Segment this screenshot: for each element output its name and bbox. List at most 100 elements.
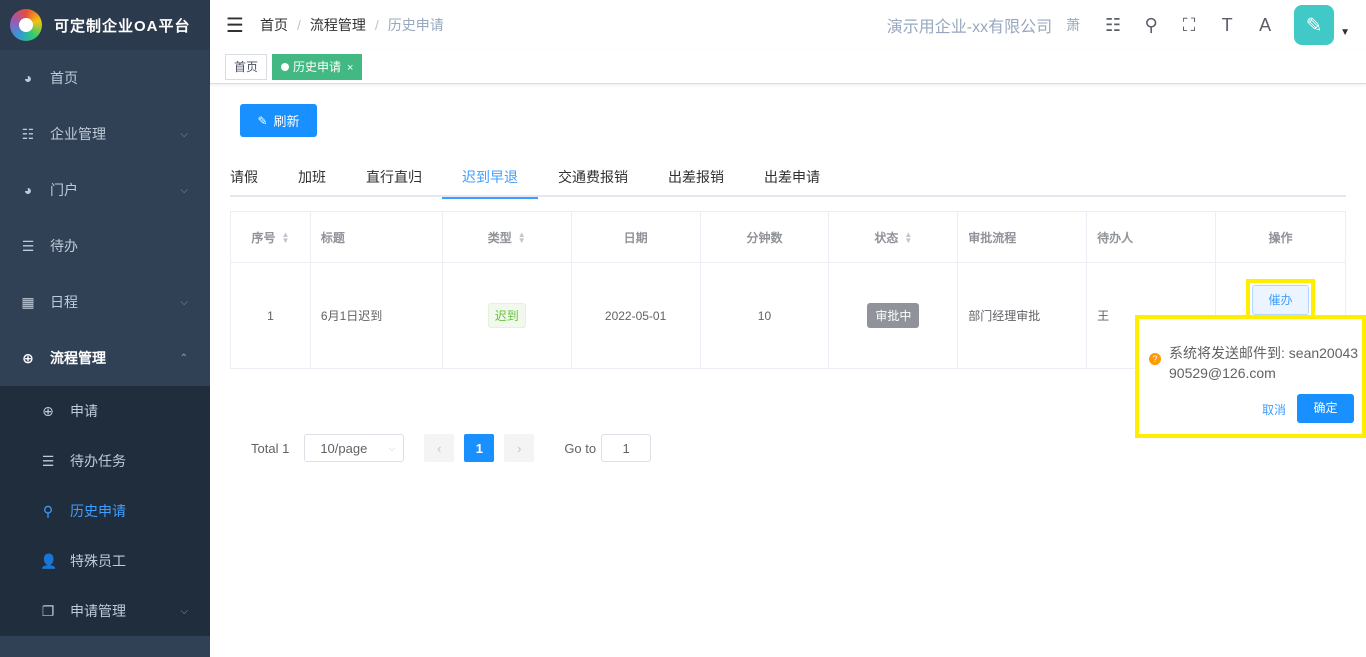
sidebar-item-apply[interactable]: ⊕ 申请 — [0, 386, 210, 436]
sidebar-item-label: 日程 — [50, 294, 78, 310]
sidebar-item-label: 待办 — [50, 238, 78, 254]
tab-transport[interactable]: 交通费报销 — [538, 157, 648, 197]
type-badge: 迟到 — [487, 303, 526, 328]
sidebar-item-special-staff[interactable]: 👤 特殊员工 — [0, 536, 210, 586]
grid-icon: ▦ — [21, 293, 35, 310]
next-page-button[interactable]: › — [504, 434, 535, 462]
chevron-down-icon: ⌵ — [180, 605, 188, 617]
sidebar-item-label: 特殊员工 — [70, 553, 126, 569]
sidebar-item-portal[interactable]: ◕ 门户 ⌵ — [0, 162, 210, 218]
breadcrumb-separator: / — [297, 17, 301, 33]
user-icon: 👤 — [40, 552, 58, 569]
sidebar-item-label: 首页 — [50, 70, 78, 86]
breadcrumb: 首页 / 流程管理 / 历史申请 — [260, 15, 444, 35]
status-badge: 审批中 — [867, 303, 920, 328]
column-header-index[interactable]: 序号 ▲ ▼ — [230, 211, 311, 263]
column-header-minutes: 分钟数 — [699, 211, 830, 263]
sidebar-item-label: 待办任务 — [70, 453, 126, 469]
search-icon: ⚲ — [42, 502, 54, 519]
breadcrumb-current: 历史申请 — [387, 17, 444, 33]
table-header: 序号 ▲ ▼ 标题 类型 ▲ ▼ 日期 分钟数 状态 ▲ ▼ 审批流程 待办人 操作 — [230, 211, 1346, 263]
tags-view: 首页 历史申请 × — [210, 50, 1366, 84]
tab-overtime[interactable]: 加班 — [278, 157, 346, 197]
sidebar-item-label: 流程管理 — [50, 350, 106, 366]
translate-icon[interactable]: A — [1246, 15, 1284, 36]
logo[interactable]: 可定制企业OA平台 — [0, 0, 210, 50]
pagination-total: Total 1 — [251, 440, 290, 456]
cell-minutes: 10 — [699, 262, 830, 369]
sidebar-item-label: 申请管理 — [70, 603, 126, 619]
cancel-button[interactable]: 取消 — [1262, 401, 1286, 418]
chevron-down-icon: ⌵ — [388, 442, 396, 453]
dashboard-icon: ◕ — [23, 182, 33, 198]
search-icon[interactable]: ⚲ — [1132, 15, 1170, 36]
avatar[interactable]: ✎ — [1294, 5, 1335, 45]
tab-leave[interactable]: 请假 — [230, 157, 278, 197]
column-header-date: 日期 — [570, 211, 701, 263]
tab-travel-expense[interactable]: 出差报销 — [648, 157, 744, 197]
cell-flow: 部门经理审批 — [957, 262, 1088, 369]
sidebar-item-label: 历史申请 — [70, 503, 126, 519]
pagination: Total 1 10/page ⌵ ‹ 1 › Go to 1 — [251, 434, 652, 462]
font-size-icon[interactable]: T — [1208, 15, 1246, 36]
page-number-current[interactable]: 1 — [464, 434, 495, 462]
chevron-up-icon: ⌃ — [179, 352, 188, 364]
sidebar-item-workflow[interactable]: ⊕ 流程管理 ⌃ — [0, 330, 210, 386]
breadcrumb-home[interactable]: 首页 — [260, 15, 288, 35]
sort-icon[interactable]: ▲ ▼ — [518, 231, 526, 245]
refresh-button[interactable]: ✎ 刷新 — [240, 104, 317, 137]
close-icon[interactable]: × — [347, 62, 353, 74]
tag-home[interactable]: 首页 — [225, 53, 268, 80]
confirm-button[interactable]: 确定 — [1297, 394, 1354, 423]
company-name: 演示用企业-xx有限公司 — [886, 19, 1053, 36]
column-header-flow: 审批流程 — [957, 211, 1088, 263]
sort-icon[interactable]: ▲ ▼ — [904, 231, 912, 245]
navbar-right: 演示用企业-xx有限公司 萧 ☷ ⚲ ⛶ T A ✎ ▼ — [887, 0, 1366, 50]
hamburger-icon[interactable]: ☰ — [210, 13, 260, 38]
cell-date: 2022-05-01 — [570, 262, 701, 369]
refresh-label: 刷新 — [273, 114, 300, 129]
column-header-status[interactable]: 状态 ▲ ▼ — [828, 211, 959, 263]
cell-type: 迟到 — [441, 262, 572, 369]
user-name: 萧 — [1066, 17, 1081, 33]
list-icon: ☰ — [21, 237, 35, 254]
sidebar-item-home[interactable]: ◕ 首页 — [0, 50, 210, 106]
sidebar-item-label: 企业管理 — [50, 126, 106, 142]
menu-list-icon[interactable]: ☷ — [1094, 15, 1132, 36]
chevron-down-icon: ⌵ — [180, 296, 188, 308]
breadcrumb-workflow[interactable]: 流程管理 — [310, 15, 366, 35]
breadcrumb-separator: / — [374, 17, 379, 33]
sidebar-item-schedule[interactable]: ▦ 日程 ⌵ — [0, 274, 210, 330]
tabs: 请假 加班 直行直归 迟到早退 交通费报销 出差报销 出差申请 — [230, 157, 1346, 199]
lifebuoy-icon: ⊕ — [22, 349, 34, 366]
goto-input[interactable]: 1 — [601, 434, 652, 462]
sidebar: 可定制企业OA平台 ◕ 首页 ☷ 企业管理 ⌵ ◕ 门户 ⌵ ☰ 待办 ▦ 日程… — [0, 0, 210, 657]
copy-icon: ❐ — [41, 602, 55, 619]
urge-button[interactable]: 催办 — [1252, 284, 1309, 315]
page-size-select[interactable]: 10/page ⌵ — [304, 434, 405, 462]
sort-icon[interactable]: ▲ ▼ — [282, 231, 290, 245]
popconfirm-content: ? 系统将发送邮件到: sean2004390529@126.com — [1149, 343, 1359, 383]
sidebar-item-apply-manage[interactable]: ❐ 申请管理 ⌵ — [0, 586, 210, 636]
tab-travel-apply[interactable]: 出差申请 — [744, 157, 840, 197]
column-header-action: 操作 — [1215, 211, 1346, 263]
sidebar-item-enterprise[interactable]: ☷ 企业管理 ⌵ — [0, 106, 210, 162]
sidebar-item-history[interactable]: ⚲ 历史申请 — [0, 486, 210, 536]
tab-late-early[interactable]: 迟到早退 — [442, 157, 538, 199]
sidebar-item-todo-tasks[interactable]: ☰ 待办任务 — [0, 436, 210, 486]
fullscreen-icon[interactable]: ⛶ — [1170, 15, 1208, 36]
edit-icon: ✎ — [257, 113, 268, 128]
navbar: ☰ 首页 / 流程管理 / 历史申请 演示用企业-xx有限公司 萧 ☷ ⚲ ⛶ … — [210, 0, 1366, 50]
tab-direct[interactable]: 直行直归 — [346, 157, 442, 197]
sidebar-item-todo[interactable]: ☰ 待办 — [0, 218, 210, 274]
list-icon: ☷ — [21, 125, 35, 142]
column-header-type[interactable]: 类型 ▲ ▼ — [441, 211, 572, 263]
tag-history[interactable]: 历史申请 × — [272, 53, 363, 80]
lifebuoy-icon: ⊕ — [42, 402, 54, 419]
prev-page-button[interactable]: ‹ — [424, 434, 455, 462]
list-icon: ☰ — [41, 452, 55, 469]
popconfirm: ? 系统将发送邮件到: sean2004390529@126.com 取消 确定 — [1135, 315, 1366, 438]
logo-icon — [10, 9, 42, 41]
workflow-submenu: ⊕ 申请 ☰ 待办任务 ⚲ 历史申请 👤 特殊员工 ❐ 申请管理 ⌵ — [0, 386, 210, 636]
caret-down-icon[interactable]: ▼ — [1340, 27, 1350, 38]
